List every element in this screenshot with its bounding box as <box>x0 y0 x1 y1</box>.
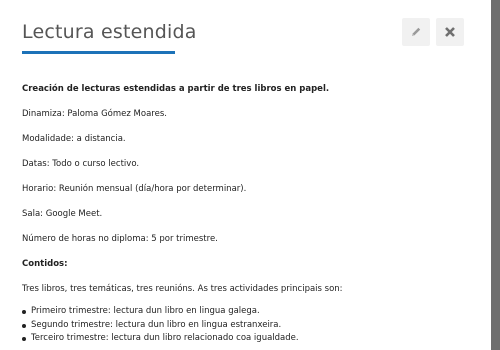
close-button[interactable] <box>436 18 464 46</box>
list-item-text: Primeiro trimestre: lectura dun libro en… <box>31 306 260 316</box>
edit-button[interactable] <box>402 18 430 46</box>
list-item-text: Segundo trimestre: lectura dun libro en … <box>31 319 282 330</box>
modal-header: Lectura estendida <box>22 18 469 56</box>
bullet-icon <box>22 310 26 314</box>
title-underline <box>22 51 175 54</box>
sala-text: Sala: Google Meet. <box>22 209 103 219</box>
bullet-icon <box>22 323 26 328</box>
list-item: Segundo trimestre: lectura dun libro en … <box>22 319 472 333</box>
modalidade-text: Modalidade: a distancia. <box>22 134 126 144</box>
bullet-icon <box>22 337 26 341</box>
intro-text: Creación de lecturas estendidas a partir… <box>22 84 330 94</box>
list-item: Terceiro trimestre: lectura dun libro re… <box>22 332 472 346</box>
modal-title: Lectura estendida <box>22 21 197 43</box>
list-item-text: Terceiro trimestre: lectura dun libro re… <box>31 333 299 343</box>
horario-text: Horario: Reunión mensual (día/hora por d… <box>22 184 247 194</box>
contidos-heading: Contidos: <box>22 259 68 269</box>
modal-content: Creación de lecturas estendidas a partir… <box>22 80 472 346</box>
datas-text: Datas: Todo o curso lectivo. <box>22 159 140 169</box>
modal-dialog: Lectura estendida Creación de lecturas e… <box>0 0 491 350</box>
list-item: Primeiro trimestre: lectura dun libro en… <box>22 305 472 319</box>
dinamiza-text: Dinamiza: Paloma Gómez Moares. <box>22 109 167 119</box>
pencil-icon <box>412 27 421 36</box>
close-icon <box>445 27 455 37</box>
horas-text: Número de horas no diploma: 5 por trimes… <box>22 234 218 244</box>
activities-list: Primeiro trimestre: lectura dun libro en… <box>22 305 472 346</box>
page-scrollbar[interactable] <box>491 0 500 350</box>
contidos-text: Tres libros, tres temáticas, tres reunió… <box>22 284 343 294</box>
